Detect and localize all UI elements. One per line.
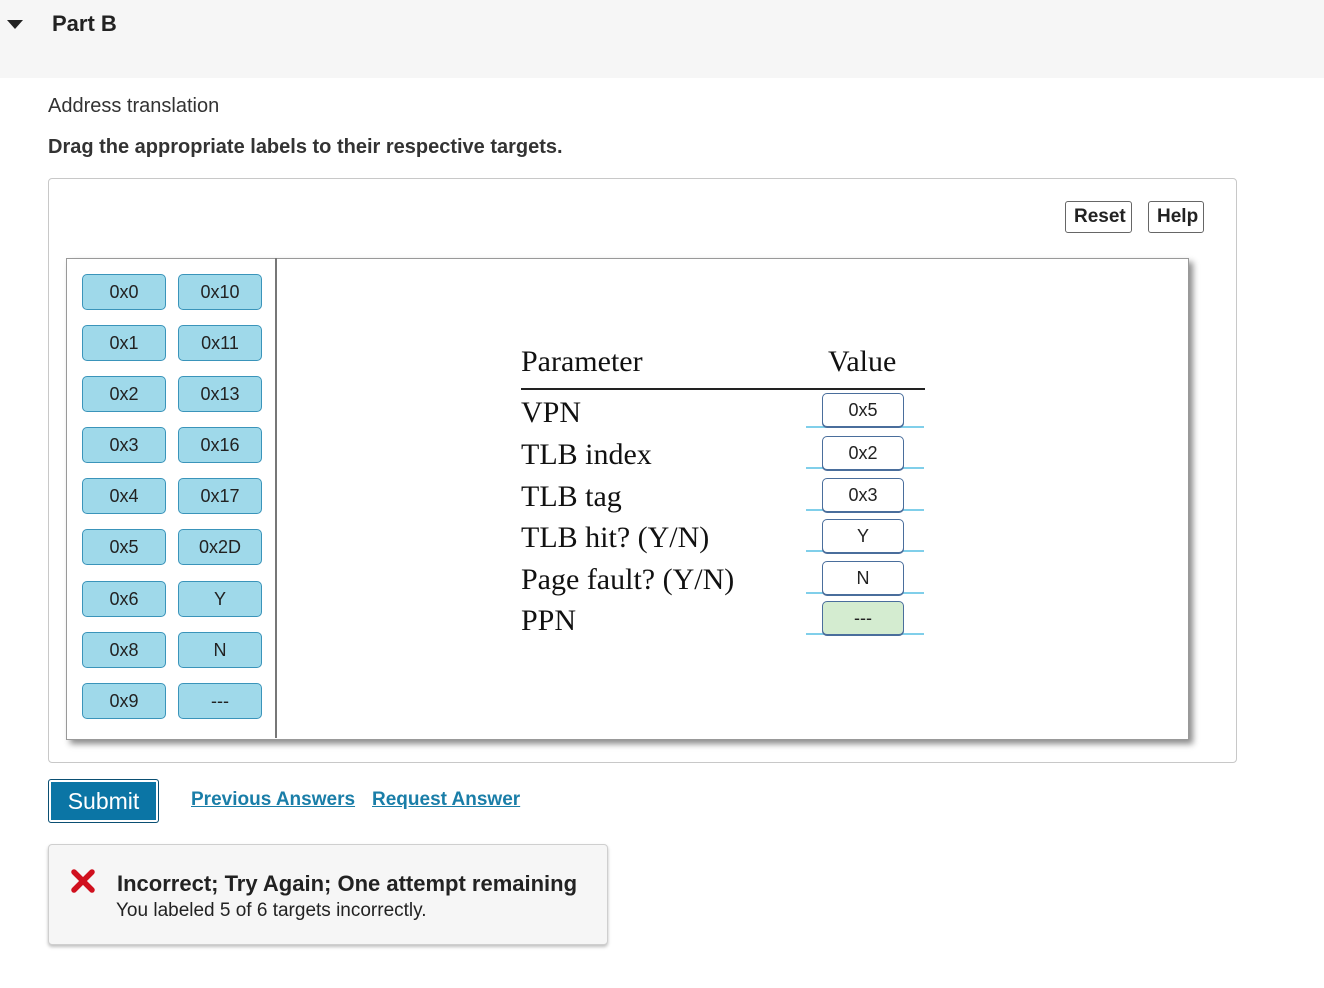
drop-target-tlb-tag[interactable]: 0x3 [822, 478, 904, 512]
drop-target-tlb-index[interactable]: 0x2 [822, 436, 904, 470]
drop-target-page-fault[interactable]: N [822, 561, 904, 595]
feedback-detail: You labeled 5 of 6 targets incorrectly. [116, 900, 427, 921]
drag-label[interactable]: 0x1 [82, 325, 166, 361]
drag-label[interactable]: 0x11 [178, 325, 262, 361]
drag-label[interactable]: 0x10 [178, 274, 262, 310]
parameter-label: PPN [521, 604, 577, 637]
incorrect-x-icon [70, 868, 96, 899]
drop-target-ppn[interactable]: --- [822, 601, 904, 635]
parameter-label: TLB tag [521, 480, 622, 513]
parameter-label: VPN [521, 396, 582, 429]
drag-label[interactable]: 0x3 [82, 427, 166, 463]
drag-label[interactable]: N [178, 632, 262, 668]
drop-target-vpn[interactable]: 0x5 [822, 393, 904, 427]
table-header-rule [521, 388, 925, 390]
question-subtitle: Address translation [48, 95, 220, 117]
help-button[interactable]: Help [1148, 201, 1204, 233]
request-answer-link[interactable]: Request Answer [372, 789, 520, 811]
drag-label[interactable]: 0x5 [82, 529, 166, 565]
drag-label[interactable]: 0x2D [178, 529, 262, 565]
drop-target-tlb-hit[interactable]: Y [822, 519, 904, 553]
drag-label[interactable]: 0x17 [178, 478, 262, 514]
drag-label[interactable]: 0x9 [82, 683, 166, 719]
parameter-label: TLB hit? (Y/N) [521, 521, 710, 554]
table-header-parameter: Parameter [521, 345, 643, 378]
submit-button[interactable]: Submit [48, 779, 159, 823]
collapse-caret-icon[interactable] [7, 20, 23, 29]
drag-label[interactable]: --- [178, 683, 262, 719]
drag-label[interactable]: 0x0 [82, 274, 166, 310]
reset-button[interactable]: Reset [1065, 201, 1132, 233]
question-instructions: Drag the appropriate labels to their res… [48, 136, 563, 158]
drag-label[interactable]: 0x6 [82, 581, 166, 617]
drag-label[interactable]: 0x13 [178, 376, 262, 412]
table-header-value: Value [828, 345, 897, 378]
drag-label[interactable]: 0x4 [82, 478, 166, 514]
feedback-title: Incorrect; Try Again; One attempt remain… [117, 871, 578, 896]
part-header[interactable]: Part B [0, 0, 1324, 78]
drag-label[interactable]: 0x2 [82, 376, 166, 412]
drag-label[interactable]: 0x8 [82, 632, 166, 668]
part-title: Part B [52, 11, 117, 36]
parameter-label: Page fault? (Y/N) [521, 563, 735, 596]
drag-label[interactable]: 0x16 [178, 427, 262, 463]
previous-answers-link[interactable]: Previous Answers [191, 789, 355, 811]
drag-label[interactable]: Y [178, 581, 262, 617]
parameter-label: TLB index [521, 438, 652, 471]
